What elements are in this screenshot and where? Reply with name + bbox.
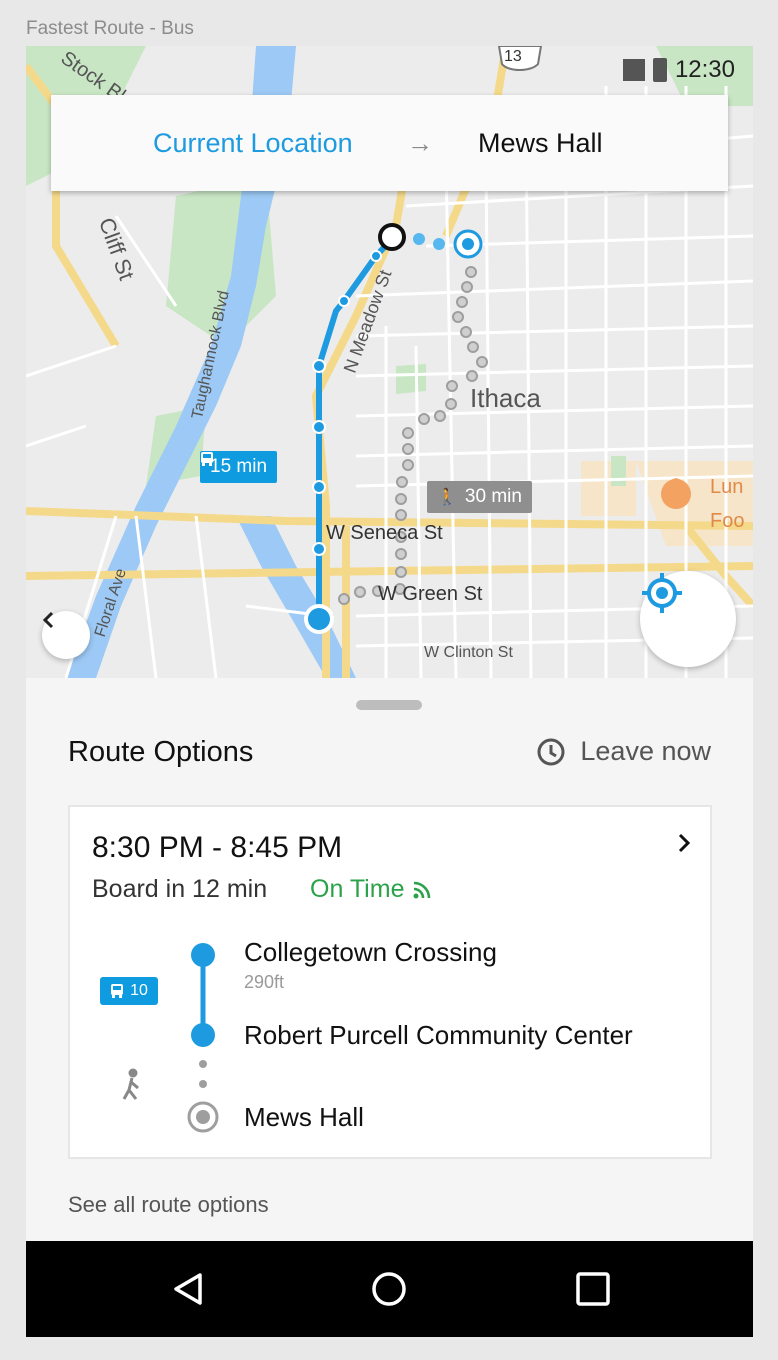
bus-icon bbox=[201, 452, 213, 466]
back-button[interactable] bbox=[42, 611, 90, 659]
android-nav-bar bbox=[26, 1241, 753, 1337]
route-13-label: 13 bbox=[504, 48, 522, 65]
stop-distance: 290ft bbox=[244, 972, 285, 992]
crosshair-icon bbox=[642, 573, 682, 613]
leave-now-button[interactable]: Leave now bbox=[536, 736, 711, 767]
signal-icon bbox=[622, 59, 645, 81]
back-nav-icon[interactable] bbox=[168, 1269, 208, 1309]
status-bar: 12:30 bbox=[622, 56, 735, 84]
bus-icon bbox=[111, 984, 124, 998]
stop-name: Robert Purcell Community Center bbox=[244, 1020, 633, 1050]
map-view[interactable]: 13 Stock Bl Cliff St Taughannock Blvd N … bbox=[26, 46, 753, 678]
frame-caption: Fastest Route - Bus bbox=[26, 18, 194, 39]
place-label-2: Foo bbox=[710, 510, 745, 532]
arrow-right-icon: → bbox=[407, 127, 433, 158]
recents-nav-icon[interactable] bbox=[573, 1269, 613, 1309]
route-option-card[interactable]: 8:30 PM - 8:45 PM Board in 12 min On Tim… bbox=[68, 805, 712, 1159]
origin-label[interactable]: Current Location bbox=[153, 128, 353, 159]
w-seneca-st-label: W Seneca St bbox=[326, 522, 443, 544]
city-label: Ithaca bbox=[470, 383, 541, 413]
home-nav-icon[interactable] bbox=[369, 1269, 409, 1309]
route-summary-card[interactable]: Current Location → Mews Hall bbox=[51, 95, 728, 191]
place-label-1: Lun bbox=[710, 476, 744, 498]
bus-line-number: 10 bbox=[130, 982, 148, 999]
sheet-title: Route Options bbox=[68, 736, 254, 768]
drag-handle[interactable] bbox=[356, 700, 422, 710]
phone-screen: 13 Stock Bl Cliff St Taughannock Blvd N … bbox=[26, 46, 753, 1337]
clock: 12:30 bbox=[674, 56, 735, 83]
walk-icon: 🚶 bbox=[437, 489, 457, 506]
leave-now-label: Leave now bbox=[580, 736, 711, 766]
see-all-routes-link[interactable]: See all route options bbox=[68, 1192, 269, 1218]
walk-time-text: 30 min bbox=[464, 486, 522, 507]
bus-time-text: 15 min bbox=[210, 456, 268, 477]
bus-time-badge: 15 min bbox=[200, 451, 278, 483]
clock-icon bbox=[537, 738, 565, 765]
stop-name: Collegetown Crossing bbox=[244, 937, 497, 967]
route-options-sheet: Route Options Leave now 8:30 PM - 8:45 P… bbox=[26, 678, 753, 1241]
chevron-left-icon bbox=[42, 611, 54, 629]
my-location-button[interactable] bbox=[640, 571, 736, 667]
destination-label[interactable]: Mews Hall bbox=[478, 128, 603, 159]
walk-time-badge: 🚶 30 min bbox=[427, 481, 532, 513]
destination-stop: Mews Hall bbox=[244, 1102, 364, 1132]
route-timeline bbox=[122, 943, 219, 1133]
battery-icon bbox=[652, 58, 667, 82]
bus-line-badge: 10 bbox=[100, 977, 158, 1005]
w-clinton-st-label: W Clinton St bbox=[424, 644, 513, 661]
w-green-st-label: W Green St bbox=[378, 583, 483, 605]
